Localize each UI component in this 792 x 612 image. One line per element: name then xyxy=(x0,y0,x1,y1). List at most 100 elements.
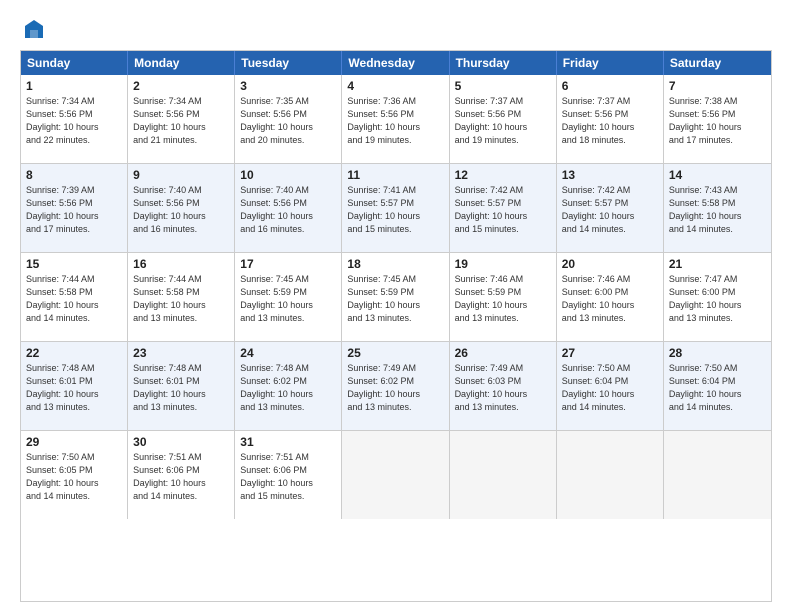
calendar-cell-24: 24 Sunrise: 7:48 AM Sunset: 6:02 PM Dayli… xyxy=(235,342,342,430)
day-info: Sunrise: 7:40 AM Sunset: 5:56 PM Dayligh… xyxy=(133,184,229,236)
header-day-monday: Monday xyxy=(128,51,235,75)
day-info: Sunrise: 7:42 AM Sunset: 5:57 PM Dayligh… xyxy=(562,184,658,236)
day-info: Sunrise: 7:50 AM Sunset: 6:04 PM Dayligh… xyxy=(669,362,766,414)
header-day-sunday: Sunday xyxy=(21,51,128,75)
day-number: 2 xyxy=(133,79,229,93)
day-info: Sunrise: 7:44 AM Sunset: 5:58 PM Dayligh… xyxy=(26,273,122,325)
day-number: 20 xyxy=(562,257,658,271)
day-info: Sunrise: 7:36 AM Sunset: 5:56 PM Dayligh… xyxy=(347,95,443,147)
day-number: 17 xyxy=(240,257,336,271)
calendar-cell-28: 28Sunrise: 7:50 AM Sunset: 6:04 PM Dayli… xyxy=(664,342,771,430)
day-number: 14 xyxy=(669,168,766,182)
day-number: 3 xyxy=(240,79,336,93)
header-day-thursday: Thursday xyxy=(450,51,557,75)
calendar-cell-empty xyxy=(450,431,557,519)
day-info: Sunrise: 7:45 AM Sunset: 5:59 PM Dayligh… xyxy=(240,273,336,325)
calendar-cell-14: 14 Sunrise: 7:43 AM Sunset: 5:58 PM Dayli… xyxy=(664,164,771,252)
calendar-cell-25: 25 Sunrise: 7:49 AM Sunset: 6:02 PM Dayli… xyxy=(342,342,449,430)
calendar-cell-16: 16Sunrise: 7:44 AM Sunset: 5:58 PM Dayli… xyxy=(128,253,235,341)
day-info: Sunrise: 7:48 AM Sunset: 6:01 PM Dayligh… xyxy=(133,362,229,414)
calendar-cell-15: 15 Sunrise: 7:44 AM Sunset: 5:58 PM Dayli… xyxy=(21,253,128,341)
calendar-cell-31: 31 Sunrise: 7:51 AM Sunset: 6:06 PM Dayli… xyxy=(235,431,342,519)
day-number: 15 xyxy=(26,257,122,271)
calendar-cell-30: 30 Sunrise: 7:51 AM Sunset: 6:06 PM Dayli… xyxy=(128,431,235,519)
calendar-cell-9: 9Sunrise: 7:40 AM Sunset: 5:56 PM Daylig… xyxy=(128,164,235,252)
day-number: 19 xyxy=(455,257,551,271)
day-number: 31 xyxy=(240,435,336,449)
calendar-cell-12: 12Sunrise: 7:42 AM Sunset: 5:57 PM Dayli… xyxy=(450,164,557,252)
day-info: Sunrise: 7:49 AM Sunset: 6:03 PM Dayligh… xyxy=(455,362,551,414)
calendar-row-0: 1 Sunrise: 7:34 AM Sunset: 5:56 PM Daylig… xyxy=(21,75,771,163)
calendar-cell-20: 20Sunrise: 7:46 AM Sunset: 6:00 PM Dayli… xyxy=(557,253,664,341)
day-info: Sunrise: 7:35 AM Sunset: 5:56 PM Dayligh… xyxy=(240,95,336,147)
day-info: Sunrise: 7:50 AM Sunset: 6:04 PM Dayligh… xyxy=(562,362,658,414)
calendar-cell-empty xyxy=(557,431,664,519)
header-day-saturday: Saturday xyxy=(664,51,771,75)
day-info: Sunrise: 7:44 AM Sunset: 5:58 PM Dayligh… xyxy=(133,273,229,325)
day-number: 8 xyxy=(26,168,122,182)
calendar-cell-5: 5 Sunrise: 7:37 AM Sunset: 5:56 PM Daylig… xyxy=(450,75,557,163)
calendar-cell-2: 2 Sunrise: 7:34 AM Sunset: 5:56 PM Daylig… xyxy=(128,75,235,163)
calendar-cell-7: 7 Sunrise: 7:38 AM Sunset: 5:56 PM Daylig… xyxy=(664,75,771,163)
day-number: 22 xyxy=(26,346,122,360)
calendar-cell-26: 26 Sunrise: 7:49 AM Sunset: 6:03 PM Dayli… xyxy=(450,342,557,430)
day-info: Sunrise: 7:43 AM Sunset: 5:58 PM Dayligh… xyxy=(669,184,766,236)
header xyxy=(20,18,772,40)
day-number: 25 xyxy=(347,346,443,360)
day-number: 27 xyxy=(562,346,658,360)
calendar-row-3: 22 Sunrise: 7:48 AM Sunset: 6:01 PM Dayli… xyxy=(21,341,771,430)
calendar-cell-13: 13 Sunrise: 7:42 AM Sunset: 5:57 PM Dayli… xyxy=(557,164,664,252)
calendar-cell-3: 3 Sunrise: 7:35 AM Sunset: 5:56 PM Daylig… xyxy=(235,75,342,163)
calendar-cell-21: 21 Sunrise: 7:47 AM Sunset: 6:00 PM Dayli… xyxy=(664,253,771,341)
day-info: Sunrise: 7:49 AM Sunset: 6:02 PM Dayligh… xyxy=(347,362,443,414)
day-number: 13 xyxy=(562,168,658,182)
calendar-body: 1 Sunrise: 7:34 AM Sunset: 5:56 PM Daylig… xyxy=(21,75,771,519)
calendar-row-2: 15 Sunrise: 7:44 AM Sunset: 5:58 PM Dayli… xyxy=(21,252,771,341)
day-info: Sunrise: 7:37 AM Sunset: 5:56 PM Dayligh… xyxy=(562,95,658,147)
day-info: Sunrise: 7:51 AM Sunset: 6:06 PM Dayligh… xyxy=(133,451,229,503)
calendar-cell-27: 27 Sunrise: 7:50 AM Sunset: 6:04 PM Dayli… xyxy=(557,342,664,430)
calendar-row-1: 8 Sunrise: 7:39 AM Sunset: 5:56 PM Daylig… xyxy=(21,163,771,252)
day-info: Sunrise: 7:39 AM Sunset: 5:56 PM Dayligh… xyxy=(26,184,122,236)
calendar-cell-8: 8 Sunrise: 7:39 AM Sunset: 5:56 PM Daylig… xyxy=(21,164,128,252)
day-info: Sunrise: 7:34 AM Sunset: 5:56 PM Dayligh… xyxy=(133,95,229,147)
calendar-row-4: 29Sunrise: 7:50 AM Sunset: 6:05 PM Dayli… xyxy=(21,430,771,519)
page: SundayMondayTuesdayWednesdayThursdayFrid… xyxy=(0,0,792,612)
calendar-cell-empty xyxy=(664,431,771,519)
day-info: Sunrise: 7:40 AM Sunset: 5:56 PM Dayligh… xyxy=(240,184,336,236)
day-number: 6 xyxy=(562,79,658,93)
calendar-cell-10: 10 Sunrise: 7:40 AM Sunset: 5:56 PM Dayli… xyxy=(235,164,342,252)
calendar-cell-29: 29Sunrise: 7:50 AM Sunset: 6:05 PM Dayli… xyxy=(21,431,128,519)
day-number: 11 xyxy=(347,168,443,182)
day-info: Sunrise: 7:48 AM Sunset: 6:02 PM Dayligh… xyxy=(240,362,336,414)
header-day-tuesday: Tuesday xyxy=(235,51,342,75)
calendar-cell-17: 17 Sunrise: 7:45 AM Sunset: 5:59 PM Dayli… xyxy=(235,253,342,341)
logo xyxy=(20,18,45,40)
day-info: Sunrise: 7:37 AM Sunset: 5:56 PM Dayligh… xyxy=(455,95,551,147)
calendar: SundayMondayTuesdayWednesdayThursdayFrid… xyxy=(20,50,772,602)
calendar-header: SundayMondayTuesdayWednesdayThursdayFrid… xyxy=(21,51,771,75)
day-info: Sunrise: 7:47 AM Sunset: 6:00 PM Dayligh… xyxy=(669,273,766,325)
day-info: Sunrise: 7:50 AM Sunset: 6:05 PM Dayligh… xyxy=(26,451,122,503)
header-day-wednesday: Wednesday xyxy=(342,51,449,75)
calendar-cell-11: 11 Sunrise: 7:41 AM Sunset: 5:57 PM Dayli… xyxy=(342,164,449,252)
calendar-cell-22: 22 Sunrise: 7:48 AM Sunset: 6:01 PM Dayli… xyxy=(21,342,128,430)
day-number: 10 xyxy=(240,168,336,182)
day-info: Sunrise: 7:41 AM Sunset: 5:57 PM Dayligh… xyxy=(347,184,443,236)
calendar-cell-18: 18Sunrise: 7:45 AM Sunset: 5:59 PM Dayli… xyxy=(342,253,449,341)
day-info: Sunrise: 7:51 AM Sunset: 6:06 PM Dayligh… xyxy=(240,451,336,503)
day-number: 21 xyxy=(669,257,766,271)
day-info: Sunrise: 7:34 AM Sunset: 5:56 PM Dayligh… xyxy=(26,95,122,147)
day-info: Sunrise: 7:38 AM Sunset: 5:56 PM Dayligh… xyxy=(669,95,766,147)
day-info: Sunrise: 7:48 AM Sunset: 6:01 PM Dayligh… xyxy=(26,362,122,414)
day-number: 26 xyxy=(455,346,551,360)
day-number: 5 xyxy=(455,79,551,93)
day-number: 24 xyxy=(240,346,336,360)
day-number: 30 xyxy=(133,435,229,449)
day-number: 7 xyxy=(669,79,766,93)
day-info: Sunrise: 7:46 AM Sunset: 5:59 PM Dayligh… xyxy=(455,273,551,325)
day-number: 1 xyxy=(26,79,122,93)
day-number: 12 xyxy=(455,168,551,182)
day-info: Sunrise: 7:45 AM Sunset: 5:59 PM Dayligh… xyxy=(347,273,443,325)
calendar-cell-4: 4Sunrise: 7:36 AM Sunset: 5:56 PM Daylig… xyxy=(342,75,449,163)
